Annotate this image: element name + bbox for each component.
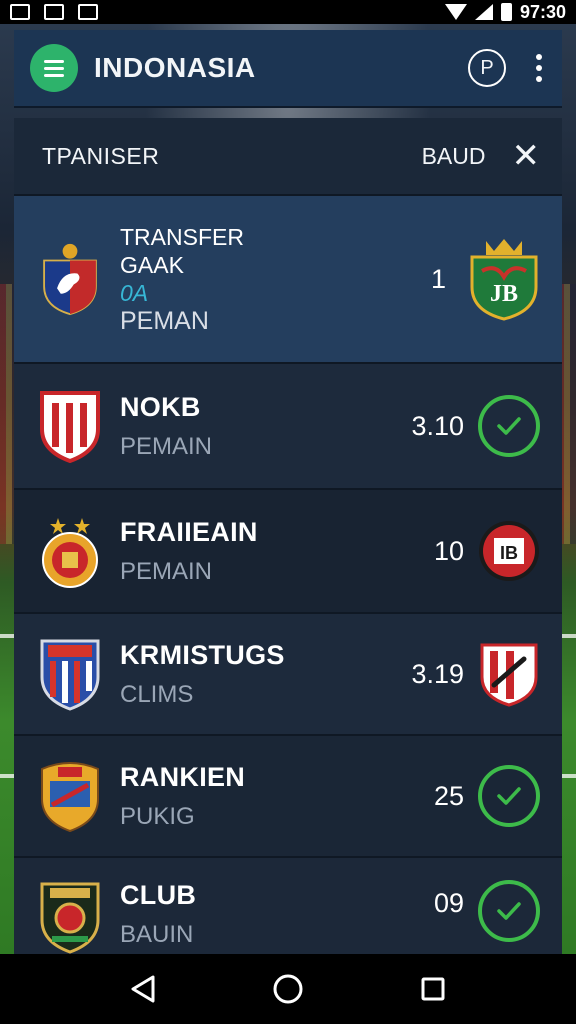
jb-club-crest-icon: JB <box>470 239 538 321</box>
club-subtitle: PEMAIN <box>120 432 213 460</box>
transfer-row[interactable]: RANKIEN PUKIG 25 <box>14 734 562 856</box>
confirm-check-button[interactable] <box>478 880 540 942</box>
check-icon <box>497 787 521 805</box>
featured-line-3: 0A <box>120 280 149 306</box>
svg-text:IB: IB <box>500 543 518 563</box>
club-crest-icon <box>43 243 97 316</box>
menu-button[interactable] <box>30 44 78 92</box>
status-time: 97:30 <box>519 1 566 22</box>
nav-recents-button[interactable] <box>413 969 453 1009</box>
check-icon <box>497 417 521 435</box>
club-crest-icon <box>40 639 100 711</box>
club-crest-icon <box>40 882 100 954</box>
panel-header: TPANISER BAUD ✕ <box>14 118 562 194</box>
club-crest-icon <box>41 762 99 833</box>
transfer-value: 3.10 <box>411 410 464 441</box>
notification-icon <box>10 4 30 20</box>
transfer-row[interactable]: NOKB PEMAIN 3.10 <box>14 362 562 488</box>
transfer-row[interactable]: CLUB BAUIN 09 <box>14 856 562 954</box>
close-button[interactable]: ✕ <box>512 139 541 173</box>
system-nav-bar <box>0 954 576 1024</box>
transfer-row[interactable]: FRAIIEAIN PEMAIN 10 IB <box>14 488 562 612</box>
transfer-value: 09 <box>433 888 464 918</box>
panel-title: TPANISER <box>42 142 160 169</box>
app-title: INDONASIA <box>94 52 256 83</box>
featured-value: 1 <box>430 263 446 294</box>
check-icon <box>497 902 521 920</box>
battery-icon <box>500 3 512 21</box>
signal-icon <box>474 4 493 20</box>
app-header: INDONASIA P <box>14 30 562 108</box>
panel-badge-label: BAUD <box>421 142 486 169</box>
club-crest-icon <box>480 643 538 707</box>
transfer-value: 25 <box>433 780 464 811</box>
club-crest-icon <box>42 518 98 588</box>
svg-text:JB: JB <box>490 281 518 307</box>
club-subtitle: PUKIG <box>120 802 195 830</box>
club-name: KRMISTUGS <box>120 639 285 670</box>
club-name: NOKB <box>120 391 201 422</box>
menu-icon-bar <box>44 73 64 77</box>
club-name: RANKIEN <box>120 761 246 792</box>
image-icon <box>44 4 64 20</box>
transfer-value: 3.19 <box>411 658 464 689</box>
more-options-icon[interactable] <box>532 54 546 82</box>
transfer-value: 10 <box>433 535 464 566</box>
transfer-panel: TPANISER BAUD ✕ TRANSFER GAAK 0A PEMAN 1… <box>14 118 562 954</box>
transfer-row[interactable]: KRMISTUGS CLIMS 3.19 <box>14 612 562 734</box>
back-triangle-icon <box>131 975 155 1003</box>
featured-line-1: TRANSFER <box>120 224 244 250</box>
wifi-icon <box>444 4 467 20</box>
confirm-check-button[interactable] <box>478 765 540 827</box>
ib-club-crest-icon: IB <box>479 521 539 581</box>
nav-home-button[interactable] <box>268 969 308 1009</box>
club-subtitle: CLIMS <box>120 680 194 708</box>
menu-icon-bar <box>44 59 64 63</box>
recents-square-icon <box>421 977 445 1001</box>
club-subtitle: PEMAIN <box>120 557 213 585</box>
confirm-check-button[interactable] <box>478 395 540 457</box>
featured-transfer-row[interactable]: TRANSFER GAAK 0A PEMAN 1 JB <box>14 194 562 362</box>
club-crest-icon <box>40 391 100 463</box>
featured-line-4: PEMAN <box>120 307 209 335</box>
status-bar: 97:30 <box>0 0 576 24</box>
menu-icon-bar <box>44 66 64 70</box>
club-name: CLUB <box>120 880 197 910</box>
club-name: FRAIIEAIN <box>120 516 258 547</box>
home-circle-icon <box>273 974 303 1004</box>
profile-button[interactable]: P <box>468 49 506 87</box>
nav-back-button[interactable] <box>123 969 163 1009</box>
club-subtitle: BAUIN <box>120 921 194 948</box>
featured-line-2: GAAK <box>120 252 184 278</box>
calendar-icon <box>78 4 98 20</box>
